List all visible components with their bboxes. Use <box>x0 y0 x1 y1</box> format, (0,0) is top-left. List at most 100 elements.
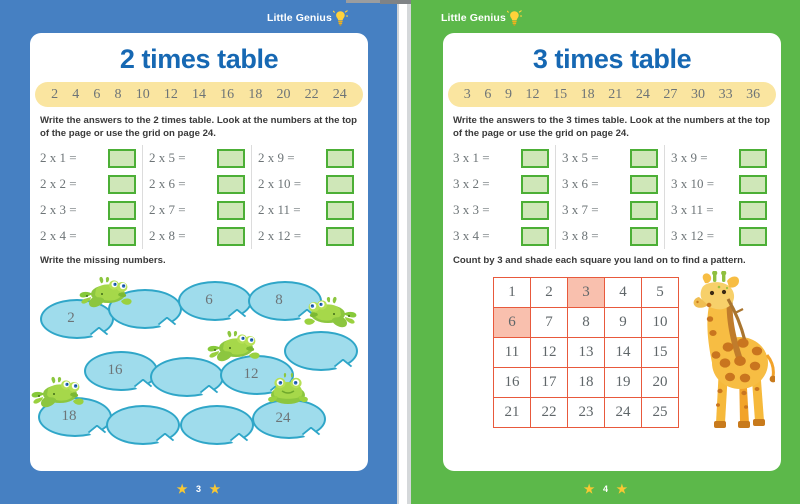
equation-label: 3 x 8 = <box>562 228 599 243</box>
answer-box[interactable] <box>326 148 354 168</box>
equation-row: 2 x 8 = <box>149 223 249 249</box>
equation-label: 3 x 5 = <box>562 150 599 165</box>
equation-label: 2 x 11 = <box>258 202 301 217</box>
lily-pad-notch <box>87 424 107 440</box>
counting-grid-cell[interactable]: 1 <box>493 277 531 308</box>
answer-box[interactable] <box>326 226 354 246</box>
equation-label: 3 x 4 = <box>453 228 490 243</box>
brand-name-right: Little Genius <box>441 12 506 24</box>
counting-grid-cell[interactable]: 25 <box>641 397 679 428</box>
counting-grid-cell[interactable]: 23 <box>567 397 605 428</box>
lily-pad-blank[interactable] <box>180 405 254 448</box>
sub-instruction-post: and shade each square you land on to fin… <box>502 255 746 266</box>
times-table-strip-left: 2 4 6 8 10 12 14 16 18 20 22 24 <box>35 82 363 107</box>
strip-number: 2 <box>51 86 59 102</box>
lightbulb-icon <box>332 10 348 26</box>
strip-number: 33 <box>718 86 733 102</box>
equation-grid-left: 2 x 1 = 2 x 2 = 2 x 3 = 2 x 4 = 2 x 5 = … <box>38 145 360 249</box>
counting-grid-cell[interactable]: 14 <box>604 337 642 368</box>
equation-row: 3 x 1 = <box>453 145 553 171</box>
answer-box[interactable] <box>630 148 658 168</box>
counting-grid-cell[interactable]: 9 <box>604 307 642 338</box>
instruction-text-right: Write the answers to the 3 times table. … <box>453 115 771 139</box>
strip-number: 14 <box>192 86 207 102</box>
answer-box[interactable] <box>217 174 245 194</box>
counting-grid-cell[interactable]: 20 <box>641 367 679 398</box>
counting-grid-row: 12345 <box>493 277 679 308</box>
counting-grid-cell[interactable]: 13 <box>567 337 605 368</box>
equation-label: 3 x 7 = <box>562 202 599 217</box>
counting-grid-cell[interactable]: 5 <box>641 277 679 308</box>
frog-icon <box>302 295 358 329</box>
counting-grid-cell-shaded[interactable]: 6 <box>493 307 531 338</box>
equation-label: 2 x 3 = <box>40 202 77 217</box>
counting-grid-cell[interactable]: 22 <box>530 397 568 428</box>
counting-grid-cell[interactable]: 8 <box>567 307 605 338</box>
answer-box[interactable] <box>739 148 767 168</box>
counting-grid[interactable]: 1 2 3 4 5 6 7 8 9 10 11 12 13 14 15 16 17 18 19 20 21 22 23 24 2… <box>493 277 679 428</box>
answer-box[interactable] <box>326 200 354 220</box>
sub-instruction-left: Write the missing numbers. <box>40 255 166 266</box>
strip-number: 20 <box>276 86 291 102</box>
answer-box[interactable] <box>108 174 136 194</box>
equation-column: 3 x 1 = 3 x 2 = 3 x 3 = 3 x 4 = <box>451 145 555 249</box>
equation-label: 2 x 9 = <box>258 150 295 165</box>
answer-box[interactable] <box>521 200 549 220</box>
answer-box[interactable] <box>521 174 549 194</box>
answer-box[interactable] <box>217 148 245 168</box>
equation-row: 2 x 9 = <box>258 145 358 171</box>
equation-grid-right: 3 x 1 = 3 x 2 = 3 x 3 = 3 x 4 = 3 x 5 = … <box>451 145 773 249</box>
lily-pad-blank[interactable] <box>284 331 358 374</box>
counting-grid-cell[interactable]: 24 <box>604 397 642 428</box>
counting-grid-cell[interactable]: 15 <box>641 337 679 368</box>
answer-box[interactable] <box>108 200 136 220</box>
counting-grid-cell[interactable]: 10 <box>641 307 679 338</box>
equation-row: 2 x 4 = <box>40 223 140 249</box>
lily-pad-filled[interactable]: 6 <box>178 281 252 324</box>
answer-box[interactable] <box>739 200 767 220</box>
strip-number: 8 <box>114 86 122 102</box>
answer-box[interactable] <box>739 226 767 246</box>
counting-grid-cell[interactable]: 21 <box>493 397 531 428</box>
counting-grid-cell[interactable]: 2 <box>530 277 568 308</box>
answer-box[interactable] <box>739 174 767 194</box>
answer-box[interactable] <box>108 226 136 246</box>
answer-box[interactable] <box>217 226 245 246</box>
equation-label: 2 x 5 = <box>149 150 186 165</box>
counting-grid-cell[interactable]: 7 <box>530 307 568 338</box>
counting-grid-cell[interactable]: 4 <box>604 277 642 308</box>
answer-box[interactable] <box>630 174 658 194</box>
counting-grid-cell-shaded[interactable]: 3 <box>567 277 605 308</box>
answer-box[interactable] <box>217 200 245 220</box>
equation-column: 2 x 9 = 2 x 10 = 2 x 11 = 2 x 12 = <box>251 145 360 249</box>
lily-pad-notch <box>227 308 247 324</box>
answer-box[interactable] <box>521 148 549 168</box>
lily-pad-blank[interactable] <box>106 405 180 448</box>
answer-box[interactable] <box>630 226 658 246</box>
star-icon: ★ <box>209 482 221 496</box>
answer-box[interactable] <box>630 200 658 220</box>
strip-number: 6 <box>484 86 492 102</box>
answer-box[interactable] <box>108 148 136 168</box>
star-icon: ★ <box>616 482 628 496</box>
answer-box[interactable] <box>521 226 549 246</box>
counting-grid-cell[interactable]: 18 <box>567 367 605 398</box>
equation-column: 2 x 1 = 2 x 2 = 2 x 3 = 2 x 4 = <box>38 145 142 249</box>
lily-pad-filled[interactable]: 16 <box>84 351 158 394</box>
strip-number: 30 <box>690 86 705 102</box>
counting-grid-cell[interactable]: 16 <box>493 367 531 398</box>
strip-number: 24 <box>332 86 347 102</box>
counting-grid-cell[interactable]: 11 <box>493 337 531 368</box>
counting-grid-cell[interactable]: 12 <box>530 337 568 368</box>
equation-column: 2 x 5 = 2 x 6 = 2 x 7 = 2 x 8 = <box>142 145 251 249</box>
strip-number: 21 <box>608 86 623 102</box>
counting-grid-cell[interactable]: 19 <box>604 367 642 398</box>
frog-icon <box>78 275 134 309</box>
equation-label: 3 x 9 = <box>671 150 708 165</box>
strip-number: 24 <box>635 86 650 102</box>
equation-row: 2 x 1 = <box>40 145 140 171</box>
equation-column: 3 x 9 = 3 x 10 = 3 x 11 = 3 x 12 = <box>664 145 773 249</box>
lily-pad-notch <box>229 432 249 448</box>
counting-grid-cell[interactable]: 17 <box>530 367 568 398</box>
answer-box[interactable] <box>326 174 354 194</box>
